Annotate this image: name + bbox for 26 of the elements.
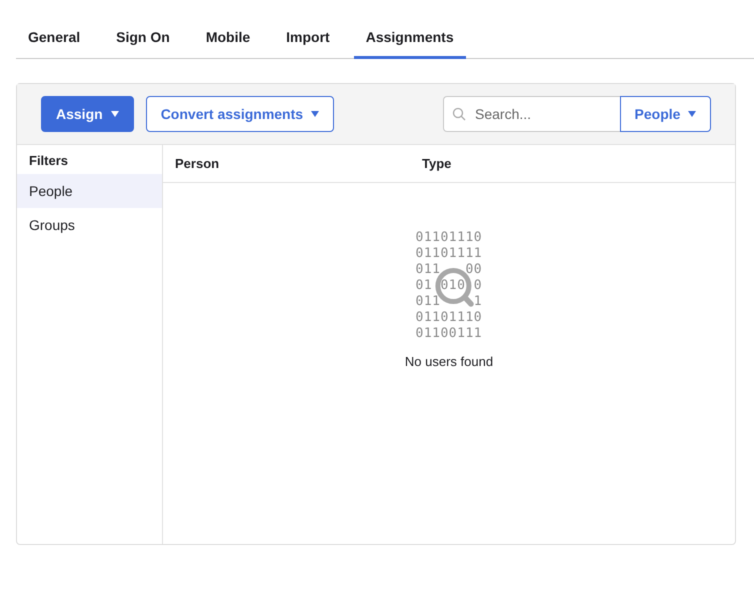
assign-button[interactable]: Assign (41, 96, 134, 132)
filters-heading: Filters (28, 152, 70, 170)
tab[interactable]: Mobile (194, 20, 262, 59)
binary-text: 01100111 (416, 326, 482, 342)
binary-text: 01 010 0 (416, 278, 482, 294)
tab[interactable]: Import (274, 20, 342, 59)
caret-icon (311, 111, 320, 117)
filter-item[interactable]: Groups (17, 208, 162, 242)
binary-text: 01101110 (416, 230, 482, 246)
binary-text: 01101110 (416, 310, 482, 326)
column-header: Person (175, 156, 220, 171)
tab[interactable]: General (16, 20, 92, 59)
column-header: Type (422, 156, 452, 171)
people-dropdown[interactable]: People (620, 96, 711, 132)
convert-assignments-button[interactable]: Convert assignments (146, 96, 334, 132)
binary-text: 01101111 (416, 246, 482, 262)
search-field[interactable]: Search... (443, 96, 620, 132)
empty-message: No users found (404, 354, 494, 369)
tab[interactable]: Sign On (104, 20, 182, 59)
caret-icon (688, 111, 696, 117)
tab[interactable]: Assignments (354, 20, 466, 59)
caret-icon (110, 111, 119, 117)
filter-item[interactable]: People (17, 174, 162, 208)
binary-text: 011 00 (416, 262, 482, 278)
search-icon (452, 107, 466, 121)
binary-text: 011 1 (416, 294, 482, 310)
